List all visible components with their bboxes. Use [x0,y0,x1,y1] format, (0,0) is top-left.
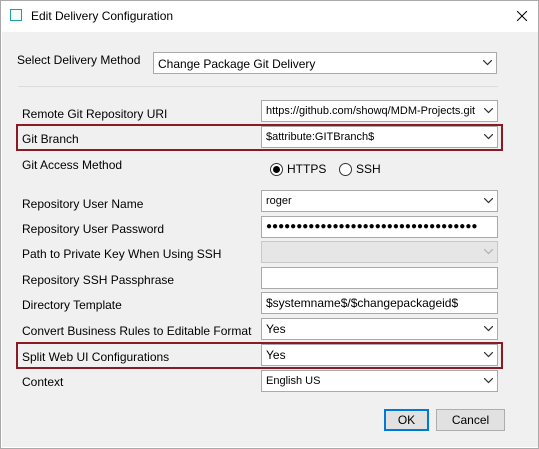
repo-uri-label: Remote Git Repository URI [22,107,168,121]
git-branch-value: $attribute:GITBranch$ [266,131,375,143]
chevron-down-icon [480,191,497,211]
dialog-window: Edit Delivery Configuration Select Deliv… [0,0,539,449]
delivery-method-label: Select Delivery Method [17,53,141,67]
directory-template-label: Directory Template [22,298,122,312]
convert-business-rules-select[interactable]: Yes [261,318,498,340]
git-branch-label: Git Branch [22,132,79,146]
chevron-down-icon [480,371,497,391]
ok-button[interactable]: OK [384,409,429,431]
convert-business-rules-value: Yes [266,322,286,336]
close-icon [517,11,527,21]
context-select[interactable]: English US [261,370,498,392]
separator [18,86,498,87]
ssh-radio[interactable] [339,163,352,176]
chevron-down-icon [479,53,496,73]
user-password-field[interactable]: ●●●●●●●●●●●●●●●●●●●●●●●●●●●●●●●●●●● [261,216,498,238]
dialog-content: Select Delivery Method Change Package Gi… [2,32,538,447]
user-name-select[interactable]: roger [261,190,498,212]
ssh-radio-label: SSH [356,162,381,176]
ssh-passphrase-field[interactable] [261,267,498,289]
private-key-path-select[interactable] [261,241,498,263]
chevron-down-icon [480,101,497,121]
delivery-method-select[interactable]: Change Package Git Delivery [153,52,497,74]
user-password-label: Repository User Password [22,222,165,236]
user-password-value: ●●●●●●●●●●●●●●●●●●●●●●●●●●●●●●●●●●● [266,221,478,232]
split-web-ui-select[interactable]: Yes [261,344,498,366]
context-value: English US [266,375,321,387]
user-name-label: Repository User Name [22,197,144,211]
convert-business-rules-label: Convert Business Rules to Editable Forma… [22,324,252,338]
https-radio[interactable] [270,163,283,176]
repo-uri-value: https://github.com/showq/MDM-Projects.gi… [266,105,476,117]
window-title: Edit Delivery Configuration [31,9,174,23]
repo-uri-select[interactable]: https://github.com/showq/MDM-Projects.gi… [261,100,498,122]
context-label: Context [22,375,64,389]
access-method-label: Git Access Method [22,158,123,172]
directory-template-value: $systemname$/$changepackageid$ [266,296,459,310]
title-bar: Edit Delivery Configuration [1,1,538,32]
git-branch-select[interactable]: $attribute:GITBranch$ [261,126,498,148]
chevron-down-icon [480,319,497,339]
https-radio-label: HTTPS [287,162,327,176]
close-button[interactable] [507,1,537,32]
directory-template-field[interactable]: $systemname$/$changepackageid$ [261,292,498,314]
user-name-value: roger [266,195,292,207]
split-web-ui-value: Yes [266,348,286,362]
chevron-down-icon [480,242,497,262]
window-icon [10,9,22,21]
split-web-ui-label: Split Web UI Configurations [22,350,170,364]
cancel-button[interactable]: Cancel [436,409,505,431]
chevron-down-icon [480,127,497,147]
delivery-method-value: Change Package Git Delivery [158,57,316,71]
ssh-passphrase-label: Repository SSH Passphrase [22,273,175,287]
private-key-path-label: Path to Private Key When Using SSH [22,247,222,261]
chevron-down-icon [480,345,497,365]
